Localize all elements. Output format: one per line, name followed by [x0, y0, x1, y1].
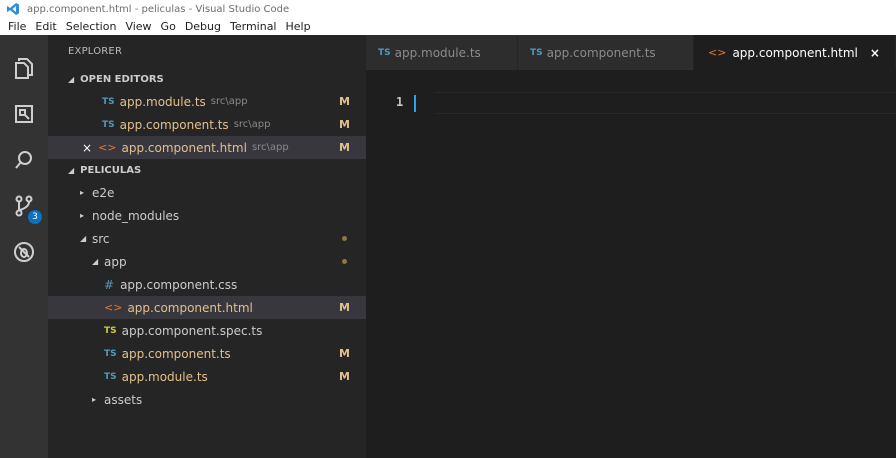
tree-folder[interactable]: ◢ app — [48, 250, 366, 273]
typescript-icon: TS — [104, 371, 117, 382]
open-editor-item-active[interactable]: × <> app.component.html src\app M — [48, 136, 366, 159]
modified-badge: M — [339, 370, 350, 383]
current-line-highlight — [434, 92, 896, 114]
tree-file[interactable]: # app.component.css — [48, 273, 366, 296]
menu-terminal[interactable]: Terminal — [230, 20, 277, 33]
tab-label: app.component.ts — [546, 45, 656, 60]
open-editors-label: OPEN EDITORS — [80, 73, 164, 85]
title-bar: app.component.html - peliculas - Visual … — [0, 0, 896, 18]
tree-file[interactable]: TS app.component.spec.ts — [48, 319, 366, 342]
code-editor[interactable]: 1 — [366, 70, 896, 458]
open-editor-item[interactable]: TS app.module.ts src\app M — [48, 90, 366, 113]
typescript-icon: TS — [102, 96, 115, 107]
folder-name: src — [92, 231, 110, 246]
file-name: app.component.spec.ts — [121, 323, 263, 338]
folder-name: e2e — [92, 185, 115, 200]
tree-folder[interactable]: ▸ node_modules — [48, 204, 366, 227]
search-icon[interactable] — [0, 137, 48, 183]
tab-app-component-ts[interactable]: TS app.component.ts — [518, 35, 694, 70]
file-path: src\app — [233, 119, 271, 130]
menu-bar: File Edit Selection View Go Debug Termin… — [0, 18, 896, 35]
css-icon: # — [104, 277, 115, 292]
html-icon: <> — [104, 301, 123, 314]
menu-debug[interactable]: Debug — [185, 20, 221, 33]
window-title: app.component.html - peliculas - Visual … — [27, 3, 290, 15]
typescript-icon: TS — [104, 325, 117, 336]
menu-selection[interactable]: Selection — [66, 20, 117, 33]
file-name: app.module.ts — [121, 369, 208, 384]
menu-help[interactable]: Help — [286, 20, 311, 33]
chevron-right-icon: ▸ — [80, 188, 85, 197]
chevron-down-icon: ◢ — [80, 234, 87, 243]
typescript-icon: TS — [530, 47, 543, 58]
folder-name: node_modules — [92, 208, 180, 223]
tab-app-component-html[interactable]: <> app.component.html × — [694, 35, 896, 70]
project-header[interactable]: ◢ PELICULAS — [48, 159, 366, 181]
modified-dot — [342, 259, 347, 264]
menu-edit[interactable]: Edit — [35, 20, 56, 33]
modified-dot — [342, 236, 347, 241]
typescript-icon: TS — [102, 119, 115, 130]
tree-folder[interactable]: ▸ e2e — [48, 181, 366, 204]
project-label: PELICULAS — [80, 164, 142, 176]
tab-label: app.component.html — [732, 45, 858, 60]
tab-label: app.module.ts — [394, 45, 481, 60]
files-icon[interactable] — [0, 45, 48, 91]
open-editors-header[interactable]: ◢ OPEN EDITORS — [48, 68, 366, 90]
file-name: app.component.css — [120, 277, 238, 292]
line-number: 1 — [396, 95, 404, 109]
tab-app-module[interactable]: TS app.module.ts — [366, 35, 518, 70]
html-icon: <> — [708, 46, 727, 59]
text-cursor — [414, 95, 416, 112]
chevron-right-icon: ▸ — [80, 211, 85, 220]
tree-file-selected[interactable]: <> app.component.html M — [48, 296, 366, 319]
tree-folder[interactable]: ◢ src — [48, 227, 366, 250]
explorer-sidebar: EXPLORER ◢ OPEN EDITORS TS app.module.ts… — [48, 35, 366, 458]
menu-file[interactable]: File — [8, 20, 26, 33]
file-path: src\app — [210, 96, 248, 107]
source-control-icon[interactable]: 3 — [0, 183, 48, 229]
activity-bar: 3 — [0, 35, 48, 458]
modified-badge: M — [339, 301, 350, 314]
tree-file[interactable]: TS app.component.ts M — [48, 342, 366, 365]
chevron-right-icon: ▸ — [92, 395, 97, 404]
modified-badge: M — [339, 118, 350, 131]
close-icon[interactable]: × — [82, 141, 92, 155]
chevron-down-icon: ◢ — [92, 257, 99, 266]
debug-icon[interactable] — [0, 229, 48, 275]
menu-go[interactable]: Go — [161, 20, 176, 33]
typescript-icon: TS — [378, 47, 391, 58]
file-name: app.component.ts — [121, 346, 231, 361]
chevron-down-icon: ◢ — [68, 165, 75, 175]
file-name: app.component.html — [121, 140, 247, 155]
editor-tabs: TS app.module.ts TS app.component.ts <> … — [366, 35, 896, 70]
modified-badge: M — [339, 347, 350, 360]
file-path: src\app — [251, 142, 289, 153]
chevron-down-icon: ◢ — [68, 74, 75, 84]
file-name: app.module.ts — [119, 94, 206, 109]
typescript-icon: TS — [104, 348, 117, 359]
html-icon: <> — [98, 141, 117, 154]
menu-view[interactable]: View — [125, 20, 151, 33]
explorer-title: EXPLORER — [68, 46, 123, 57]
file-name: app.component.ts — [119, 117, 229, 132]
folder-name: assets — [104, 392, 143, 407]
extensions-icon[interactable] — [0, 91, 48, 137]
modified-badge: M — [339, 141, 350, 154]
folder-name: app — [104, 254, 127, 269]
file-name: app.component.html — [127, 300, 253, 315]
tree-folder[interactable]: ▸ assets — [48, 388, 366, 411]
open-editor-item[interactable]: TS app.component.ts src\app M — [48, 113, 366, 136]
vscode-logo-icon — [5, 2, 21, 16]
close-icon[interactable]: × — [870, 46, 880, 60]
source-control-badge: 3 — [28, 210, 42, 224]
modified-badge: M — [339, 95, 350, 108]
tree-file[interactable]: TS app.module.ts M — [48, 365, 366, 388]
